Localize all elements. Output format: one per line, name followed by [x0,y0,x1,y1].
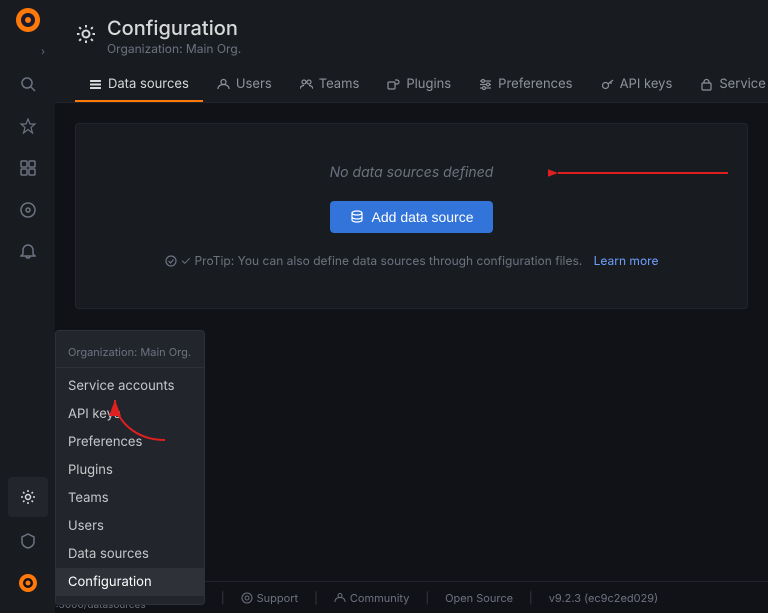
config-gear-icon [75,23,97,50]
sidebar-item-grafana-bottom[interactable] [8,563,48,603]
tab-plugins-label: Plugins [406,76,451,92]
dropdown-item-preferences[interactable]: Preferences [56,428,204,456]
protip-text: ✓ ProTip: You can also define data sourc… [165,253,659,268]
tab-api-keys[interactable]: API keys [587,68,687,102]
sidebar-item-alerting[interactable] [8,232,48,272]
footer-support-label: Support [257,591,299,605]
sidebar-bottom [8,477,48,613]
add-data-source-button[interactable]: Add data source [330,201,494,233]
sidebar-item-search[interactable] [8,64,48,104]
tab-bar: Data sources Users Teams [75,68,748,102]
footer-open-source: Open Source [445,591,513,605]
api-keys-icon [601,78,614,91]
tab-teams-label: Teams [319,76,360,92]
tab-users[interactable]: Users [203,68,286,102]
protip-learn-more-link[interactable]: Learn more [594,253,659,268]
sidebar-item-configuration[interactable] [8,477,48,517]
preferences-icon [479,78,492,91]
data-sources-icon [89,78,102,91]
add-button-label: Add data source [372,209,474,225]
context-menu: Organization: Main Org. Service accounts… [55,330,205,605]
empty-state-box: No data sources defined Add data source … [75,123,748,309]
tab-preferences-label: Preferences [498,76,572,92]
tab-preferences[interactable]: Preferences [465,68,586,102]
dropdown-item-users[interactable]: Users [56,512,204,540]
dropdown-item-data-sources[interactable]: Data sources [56,540,204,568]
grafana-logo[interactable] [12,4,44,36]
sidebar-item-dashboards[interactable] [8,148,48,188]
sidebar-toggle[interactable]: › [0,44,55,60]
page-subtitle: Organization: Main Org. [107,41,241,56]
tab-users-label: Users [236,76,272,92]
footer-support[interactable]: Support [241,591,299,605]
footer-community[interactable]: Community [334,591,410,605]
tab-data-sources-label: Data sources [108,76,189,92]
service-accounts-icon [700,78,713,91]
page-header: Configuration Organization: Main Org. Da… [55,0,768,103]
dropdown-org-label: Organization: Main Org. [56,339,204,368]
tab-service-accounts-label: Service accounts [719,76,768,92]
database-icon [350,210,364,224]
protip-check-icon [165,255,177,267]
sidebar-item-shield[interactable] [8,521,48,561]
tab-service-accounts[interactable]: Service accounts [686,68,768,102]
tab-data-sources[interactable]: Data sources [75,68,203,102]
users-icon [217,78,230,91]
protip-prefix: ✓ ProTip: You can also define data sourc… [181,253,583,268]
support-icon [241,592,253,604]
teams-icon [300,78,313,91]
dropdown-item-service-accounts[interactable]: Service accounts [56,372,204,400]
page-title: Configuration [107,16,241,40]
dropdown-item-configuration[interactable]: Configuration [56,568,204,596]
dropdown-item-api-keys[interactable]: API keys [56,400,204,428]
footer-open-source-label: Open Source [445,591,513,605]
tab-api-keys-label: API keys [620,76,673,92]
community-icon [334,592,346,604]
tab-teams[interactable]: Teams [286,68,374,102]
footer-version: v9.2.3 (ec9c2ed029) [549,591,658,605]
dropdown-item-teams[interactable]: Teams [56,484,204,512]
tab-plugins[interactable]: Plugins [373,68,465,102]
sidebar-item-starred[interactable] [8,106,48,146]
sidebar: › [0,0,55,613]
no-data-message: No data sources defined [330,164,494,181]
toggle-icon[interactable]: › [37,44,49,60]
plugins-icon [387,78,400,91]
dropdown-item-plugins[interactable]: Plugins [56,456,204,484]
footer-community-label: Community [350,591,410,605]
sidebar-item-explore[interactable] [8,190,48,230]
